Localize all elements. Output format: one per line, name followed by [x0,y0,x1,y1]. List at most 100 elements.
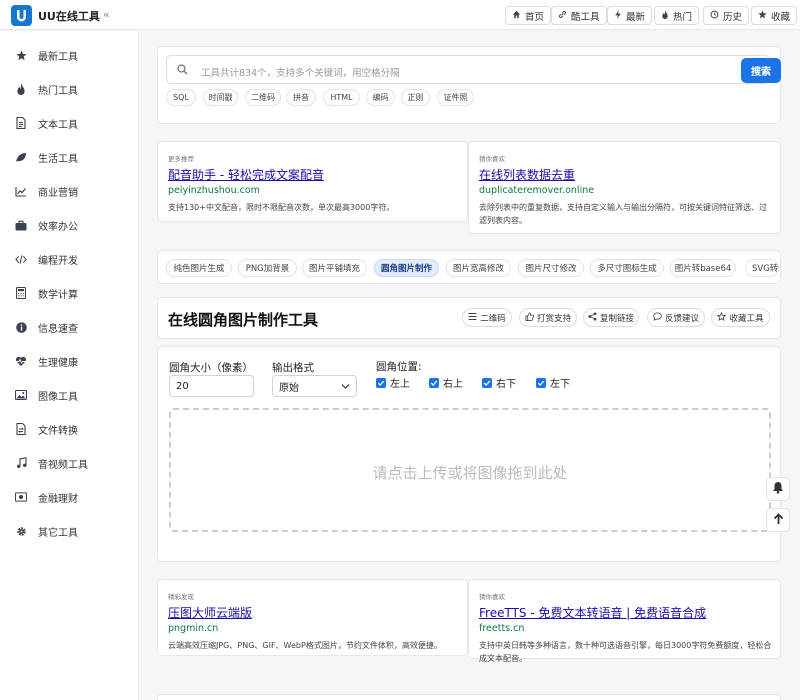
related-tab[interactable]: 图片宽高修改 [446,259,511,277]
tip-support-button[interactable]: 打赏支持 [519,308,577,327]
sidebar-item-health[interactable]: 生理健康 [0,349,139,373]
sidebar-item-programming[interactable]: 编程开发 [0,247,139,271]
checkbox-checked-icon [536,377,546,388]
nav-latest-button[interactable]: 最新 [607,6,653,25]
nav-hot-button[interactable]: 热门 [654,6,700,25]
star-outline-icon [717,311,727,324]
sidebar-item-text[interactable]: 文本工具 [0,111,139,135]
checkbox-label: 右上 [443,379,463,390]
nav-cool-tools-label: 酷工具 [571,11,600,23]
search-tag-regex[interactable]: 正则 [401,89,430,106]
search-input[interactable]: 工具共计834个，支持多个关键词，用空格分隔 搜索 [166,55,781,84]
ad-url[interactable]: freetts.cn [479,623,524,634]
sidebar-item-hot[interactable]: 热门工具 [0,77,139,101]
sidebar-item-image[interactable]: 图像工具 [0,383,139,407]
nav-home-button[interactable]: 首页 [505,6,552,25]
ad-title-link[interactable]: 压图大师云端版 [168,604,252,621]
sidebar-item-label: 金融理财 [38,493,78,505]
ad-label: 更多推荐 [168,155,194,163]
ad-url[interactable]: peiyinzhushou.com [168,185,260,196]
qrcode-label: 二维码 [480,313,506,324]
nav-cool-tools-button[interactable]: 酷工具 [551,6,607,25]
search-tag-html[interactable]: HTML [323,89,360,106]
document-icon [15,117,27,129]
radius-input[interactable]: 20 [169,375,254,397]
briefcase-icon [15,219,27,231]
image-drop-zone[interactable]: 请点击上传或将图像拖到此处 [169,408,771,532]
back-to-top-button[interactable] [766,508,790,532]
link-icon [558,10,567,22]
related-tab-active[interactable]: 圆角图片制作 [374,259,439,277]
checkbox-bottom-left[interactable]: 左下 [536,375,570,390]
ad-card-voice[interactable]: 更多推荐 配音助手 - 轻松完成文案配音 peiyinzhushou.com 支… [157,141,468,222]
search-tag-qrcode[interactable]: 二维码 [245,89,281,106]
sidebar-item-marketing[interactable]: 商业营销 [0,179,139,203]
checkbox-checked-icon [376,377,386,388]
search-tag-encoding[interactable]: 编码 [366,89,395,106]
related-tab[interactable]: SVG转 [745,259,779,277]
ad-label: 猜你喜欢 [479,593,505,601]
sidebar-item-math[interactable]: 数学计算 [0,281,139,305]
ad-title-link[interactable]: 配音助手 - 轻松完成文案配音 [168,166,324,183]
nav-hot-label: 热门 [673,11,693,23]
sidebar-item-life[interactable]: 生活工具 [0,145,139,169]
feedback-float-button[interactable] [766,477,790,501]
gear-icon [15,525,27,537]
checkbox-label: 右下 [496,379,516,390]
related-tools-bar: 纯色图片生成 PNG加背景 图片平铺填充 圆角图片制作 图片宽高修改 图片尺寸修… [157,250,781,284]
ad-url[interactable]: duplicateremover.online [479,185,594,196]
checkbox-bottom-right[interactable]: 右下 [482,375,516,390]
ad-title-link[interactable]: FreeTTS - 免费文本转语音 | 免费语音合成 [479,604,706,621]
sidebar-item-other[interactable]: 其它工具 [0,519,139,543]
ad-card-tts[interactable]: 猜你喜欢 FreeTTS - 免费文本转语音 | 免费语音合成 freetts.… [468,579,781,663]
related-tab[interactable]: 图片尺寸修改 [518,259,584,277]
ad-title-link[interactable]: 在线列表数据去重 [479,166,575,183]
sidebar-item-info[interactable]: 信息速查 [0,315,139,339]
favorite-tool-button[interactable]: 收藏工具 [711,308,770,327]
sidebar-item-label: 效率办公 [38,221,78,233]
related-tab[interactable]: 多尺寸图标生成 [590,259,664,277]
qrcode-button[interactable]: 二维码 [462,308,512,327]
sidebar-item-label: 信息速查 [38,323,78,335]
checkbox-top-left[interactable]: 左上 [376,375,410,390]
money-icon [15,491,27,503]
search-tag-sql[interactable]: SQL [166,89,196,106]
search-icon [177,64,188,78]
copy-link-button[interactable]: 复制链接 [583,308,639,327]
collapse-sidebar-button[interactable]: « [103,8,110,21]
search-tag-id-photo[interactable]: 证件照 [437,89,474,106]
sidebar-item-latest[interactable]: 最新工具 [0,43,139,67]
feedback-button[interactable]: 反馈建议 [647,308,705,327]
search-tag-pinyin[interactable]: 拼音 [286,89,316,106]
search-tag-timestamp[interactable]: 时间戳 [203,89,238,106]
sidebar-item-audio-video[interactable]: 音视频工具 [0,451,139,475]
nav-favorites-button[interactable]: 收藏 [751,6,798,25]
ad-card-compress[interactable]: 精彩发现 压图大师云端版 pngmin.cn 云端高效压缩JPG、PNG、GIF… [157,579,468,656]
checkbox-label: 左上 [390,379,410,390]
nav-history-button[interactable]: 历史 [703,6,750,25]
format-select-value: 原始 [279,382,299,394]
chevron-down-icon [341,382,350,393]
sidebar-item-finance[interactable]: 金融理财 [0,485,139,509]
file-convert-icon [15,423,27,435]
sidebar-item-office[interactable]: 效率办公 [0,213,139,237]
related-tab[interactable]: 纯色图片生成 [166,259,232,277]
radius-label: 圆角大小（像素） [169,362,253,374]
checkbox-top-right[interactable]: 右上 [429,375,463,390]
page-title: 在线圆角图片制作工具 [168,311,319,329]
related-tab[interactable]: 图片平铺填充 [302,259,367,277]
sidebar-item-file-convert[interactable]: 文件转换 [0,417,139,441]
ad-card-dedupe[interactable]: 猜你喜欢 在线列表数据去重 duplicateremover.online 去除… [468,141,781,234]
drop-zone-text: 请点击上传或将图像拖到此处 [372,464,568,482]
related-tab[interactable]: PNG加背景 [238,259,297,277]
sidebar-item-label: 商业营销 [38,187,78,199]
code-icon [15,253,27,265]
related-tab[interactable]: 图片转base64 [670,259,736,277]
ad-url[interactable]: pngmin.cn [168,623,218,634]
checkbox-checked-icon [482,377,492,388]
logo-icon[interactable] [11,5,32,26]
calculator-icon [15,287,27,299]
format-select[interactable]: 原始 [272,375,357,397]
app-title[interactable]: UU在线工具 [38,8,100,24]
search-button[interactable]: 搜索 [741,58,781,83]
